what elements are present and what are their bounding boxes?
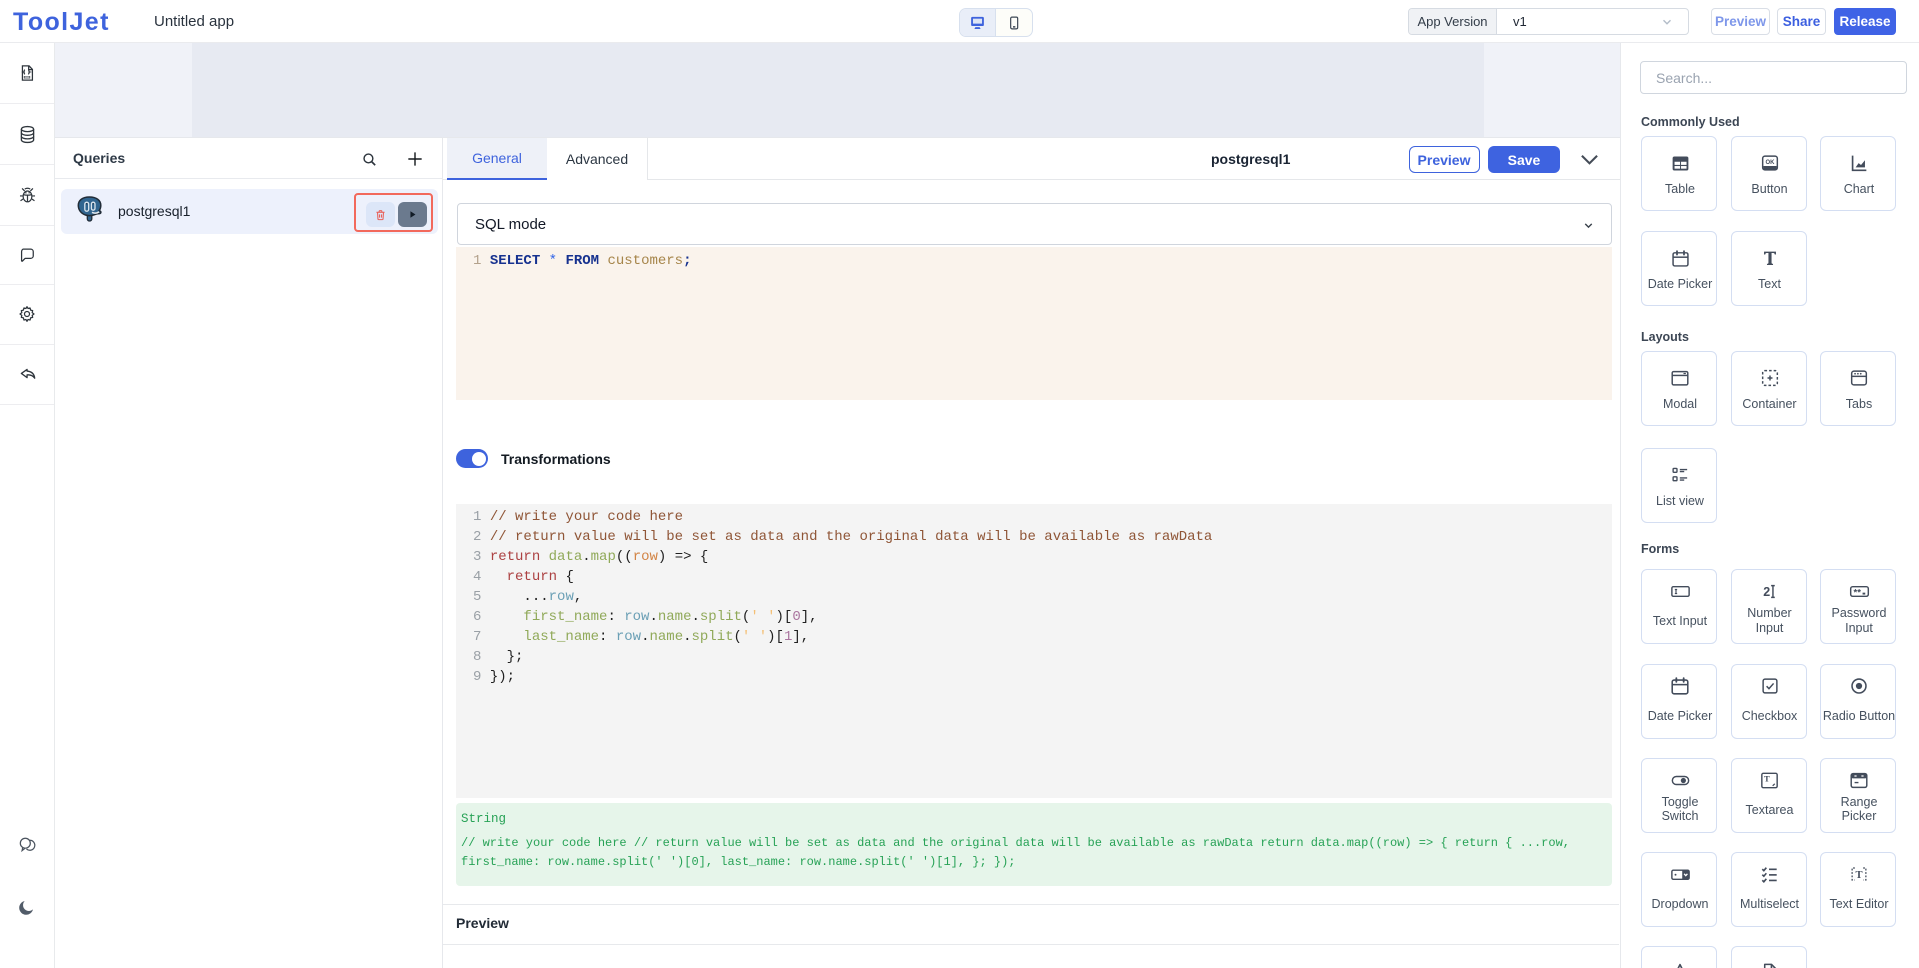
svg-text:T: T (1855, 869, 1862, 880)
svg-text:**: ** (1853, 588, 1861, 599)
svg-text:OK: OK (1765, 160, 1775, 166)
svg-text:T: T (1764, 773, 1770, 783)
svg-text:2: 2 (1763, 585, 1770, 599)
